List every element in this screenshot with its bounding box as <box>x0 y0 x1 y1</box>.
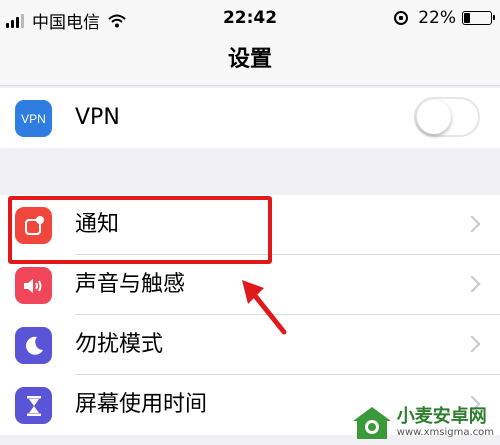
watermark: 小麦安卓网 www.xmsigma.com <box>351 405 494 441</box>
status-right: 22% <box>394 8 495 28</box>
watermark-url: www.xmsigma.com <box>396 427 494 438</box>
chevron-right-icon <box>463 215 481 233</box>
annotation-arrow <box>242 280 287 335</box>
chevron-right-icon <box>463 335 481 353</box>
settings-row-label: VPN <box>75 105 120 130</box>
chevron-right-icon <box>463 275 481 293</box>
watermark-logo-icon <box>351 405 393 441</box>
watermark-title: 小麦安卓网 <box>396 406 487 427</box>
speaker-icon <box>15 267 52 304</box>
nav-bar: 设置 <box>0 36 500 86</box>
settings-row-label: 声音与触感 <box>75 272 186 297</box>
vpn-toggle[interactable] <box>414 97 480 137</box>
page-title: 设置 <box>227 47 272 72</box>
rotation-lock-icon <box>394 11 409 25</box>
highlight-box <box>8 196 272 264</box>
settings-row-label: 勿扰模式 <box>75 332 164 357</box>
battery-percent: 22% <box>418 8 456 28</box>
battery-icon <box>462 11 495 25</box>
settings-row-label: 屏幕使用时间 <box>75 392 208 417</box>
vpn-icon: VPN <box>15 100 52 137</box>
hourglass-icon <box>15 387 52 424</box>
status-bar: 中国电信 22:42 22% <box>0 0 500 36</box>
moon-icon <box>15 327 52 364</box>
vpn-group: VPN VPN <box>0 88 500 148</box>
settings-row-vpn[interactable]: VPN VPN <box>0 88 500 148</box>
